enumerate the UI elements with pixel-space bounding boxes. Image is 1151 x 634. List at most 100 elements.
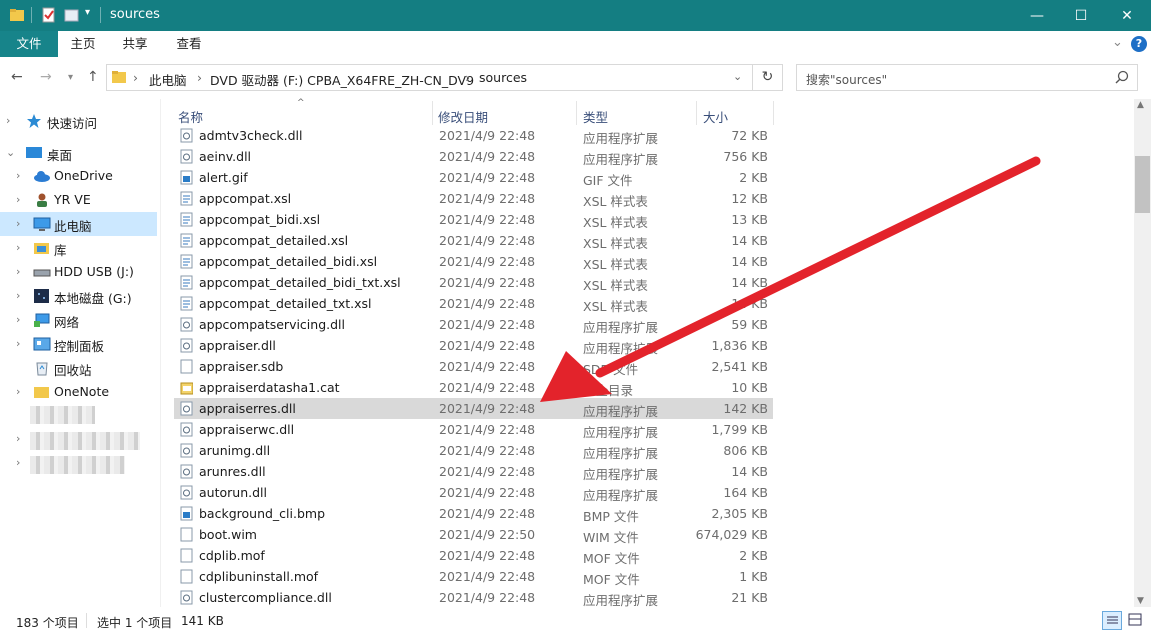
selection-size: 141 KB — [181, 614, 224, 628]
user-icon — [37, 193, 47, 207]
scroll-down-icon[interactable]: ▼ — [1137, 596, 1144, 606]
nav-item-library[interactable]: › 库 — [0, 236, 157, 260]
file-row[interactable]: autorun.dll 2021/4/9 22:48 应用程序扩展 164 KB — [174, 482, 773, 503]
file-row[interactable]: appcompat.xsl 2021/4/9 22:48 XSL 样式表 12 KB — [174, 188, 773, 209]
minimize-icon: — — [1030, 7, 1044, 24]
file-row[interactable]: appraiserdatasha1.cat 2021/4/9 22:48 安全目录 1… — [174, 377, 773, 398]
nav-item-onedrive[interactable]: › OneDrive — [0, 164, 157, 188]
minimize-button[interactable]: — — [1014, 0, 1060, 31]
separator — [31, 7, 32, 23]
column-header-name[interactable]: 名称 — [178, 107, 203, 126]
properties-icon[interactable] — [41, 7, 57, 23]
tab-share[interactable]: 共享 — [110, 31, 160, 57]
file-row[interactable]: appcompat_detailed_bidi_txt.xsl 2021/4/9 … — [174, 272, 773, 293]
chevron-right-icon[interactable]: › — [16, 241, 20, 254]
file-date: 2021/4/9 22:48 — [439, 233, 536, 248]
file-row[interactable]: aeinv.dll 2021/4/9 22:48 应用程序扩展 756 KB — [174, 146, 773, 167]
nav-item-network[interactable]: › 网络 — [0, 308, 157, 332]
breadcrumb-this-pc[interactable]: 此电脑 — [149, 70, 187, 89]
nav-item-quick-access[interactable]: › 快速访问 — [0, 109, 157, 133]
file-row[interactable]: appcompat_bidi.xsl 2021/4/9 22:48 XSL 样式表 1… — [174, 209, 773, 230]
chevron-right-icon[interactable]: › — [16, 456, 20, 469]
chevron-right-icon[interactable]: › — [16, 313, 20, 326]
new-folder-icon[interactable] — [64, 7, 80, 23]
scrollbar-thumb[interactable] — [1135, 156, 1150, 213]
column-divider[interactable] — [432, 101, 433, 125]
tab-file[interactable]: 文件 — [0, 31, 58, 57]
chevron-right-icon[interactable]: › — [16, 169, 20, 182]
refresh-button[interactable]: ↻ — [753, 64, 783, 91]
file-row[interactable]: clustercompliance.dll 2021/4/9 22:48 应用程序扩… — [174, 587, 773, 608]
forward-button[interactable]: → — [40, 69, 52, 85]
chevron-right-icon[interactable]: › — [6, 114, 10, 127]
file-size: 1,799 KB — [711, 422, 768, 437]
column-divider[interactable] — [576, 101, 577, 125]
search-icon[interactable] — [1115, 70, 1129, 84]
column-divider[interactable] — [696, 101, 697, 125]
help-icon[interactable]: ? — [1131, 36, 1147, 52]
file-row[interactable]: boot.wim 2021/4/9 22:50 WIM 文件 674,029 KB — [174, 524, 773, 545]
breadcrumb-separator[interactable]: › — [465, 70, 470, 85]
ribbon-collapse-icon[interactable]: ⌄ — [1112, 35, 1123, 50]
breadcrumb-separator[interactable]: › — [133, 70, 138, 85]
breadcrumb-dvd-drive[interactable]: DVD 驱动器 (F:) CPBA_X64FRE_ZH-CN_DV9 — [210, 70, 474, 89]
file-row[interactable]: background_cli.bmp 2021/4/9 22:48 BMP 文件 2,… — [174, 503, 773, 524]
file-name: arunimg.dll — [199, 443, 271, 458]
tab-view[interactable]: 查看 — [164, 31, 214, 57]
chevron-right-icon[interactable]: › — [16, 337, 20, 350]
column-header-type[interactable]: 类型 — [583, 107, 608, 126]
nav-item-control-panel[interactable]: › 控制面板 — [0, 332, 157, 356]
close-button[interactable]: ✕ — [1104, 0, 1150, 31]
chevron-right-icon[interactable]: › — [16, 193, 20, 206]
nav-item-onenote[interactable]: › OneNote — [0, 380, 157, 404]
up-button[interactable]: ↑ — [87, 69, 99, 85]
file-row[interactable]: appcompat_detailed_bidi.xsl 2021/4/9 22:4… — [174, 251, 773, 272]
file-date: 2021/4/9 22:48 — [439, 212, 536, 227]
file-row[interactable]: appraiserwc.dll 2021/4/9 22:48 应用程序扩展 1,799… — [174, 419, 773, 440]
column-header-date[interactable]: 修改日期 — [438, 107, 488, 126]
maximize-button[interactable]: ☐ — [1058, 0, 1104, 31]
file-row[interactable]: appraiser.dll 2021/4/9 22:48 应用程序扩展 1,836 K… — [174, 335, 773, 356]
scroll-up-icon[interactable]: ▲ — [1137, 100, 1144, 110]
nav-item-this-pc[interactable]: › 此电脑 — [0, 212, 157, 236]
file-row[interactable]: cdplib.mof 2021/4/9 22:48 MOF 文件 2 KB — [174, 545, 773, 566]
details-view-button[interactable] — [1102, 611, 1122, 630]
file-row[interactable]: arunres.dll 2021/4/9 22:48 应用程序扩展 14 KB — [174, 461, 773, 482]
column-divider[interactable] — [773, 101, 774, 125]
address-dropdown-icon[interactable]: ⌄ — [733, 70, 742, 83]
chevron-down-icon[interactable]: ▾ — [85, 7, 90, 18]
nav-item-local-disk[interactable]: › 本地磁盘 (G:) — [0, 284, 157, 308]
maximize-icon: ☐ — [1074, 7, 1088, 24]
chevron-right-icon[interactable]: › — [16, 265, 20, 278]
selection-count: 选中 1 个项目 — [97, 616, 173, 630]
breadcrumb-separator[interactable]: › — [197, 70, 202, 85]
chevron-right-icon[interactable]: › — [16, 217, 20, 230]
large-icons-view-button[interactable] — [1126, 611, 1146, 630]
tab-home[interactable]: 主页 — [58, 31, 108, 57]
file-row[interactable]: appraiser.sdb 2021/4/9 22:48 SDB 文件 2,541 K… — [174, 356, 773, 377]
back-button[interactable]: ← — [11, 69, 23, 85]
nav-item-recycle-bin[interactable]: 回收站 — [0, 356, 157, 380]
file-row[interactable]: appcompat_detailed_txt.xsl 2021/4/9 22:48… — [174, 293, 773, 314]
file-row[interactable]: alert.gif 2021/4/9 22:48 GIF 文件 2 KB — [174, 167, 773, 188]
folder-icon — [112, 71, 126, 83]
nav-item-desktop[interactable]: ⌄ 桌面 — [0, 141, 157, 165]
column-header-size[interactable]: 大小 — [703, 107, 728, 126]
file-row[interactable]: appraiserres.dll 2021/4/9 22:48 应用程序扩展 142 … — [174, 398, 773, 419]
chevron-right-icon[interactable]: › — [16, 289, 20, 302]
nav-item-hdd-usb[interactable]: › HDD USB (J:) — [0, 260, 157, 284]
file-row[interactable]: arunimg.dll 2021/4/9 22:48 应用程序扩展 806 KB — [174, 440, 773, 461]
chevron-right-icon[interactable]: › — [16, 432, 20, 445]
recent-locations-button[interactable]: ▾ — [68, 72, 73, 83]
file-row[interactable]: appcompatservicing.dll 2021/4/9 22:48 应用程序… — [174, 314, 773, 335]
file-name: autorun.dll — [199, 485, 267, 500]
chevron-down-icon[interactable]: ⌄ — [6, 146, 15, 159]
file-type: 安全目录 — [583, 383, 634, 398]
breadcrumb-sources[interactable]: sources — [479, 70, 527, 85]
file-row[interactable]: cdplibuninstall.mof 2021/4/9 22:48 MOF 文件 1… — [174, 566, 773, 587]
chevron-right-icon[interactable]: › — [16, 385, 20, 398]
nav-item-user[interactable]: › YR VE — [0, 188, 157, 212]
file-row[interactable]: appcompat_detailed.xsl 2021/4/9 22:48 XSL … — [174, 230, 773, 251]
file-row[interactable]: admtv3check.dll 2021/4/9 22:48 应用程序扩展 72 KB — [174, 125, 773, 146]
search-box[interactable]: 搜索"sources" — [796, 64, 1138, 91]
